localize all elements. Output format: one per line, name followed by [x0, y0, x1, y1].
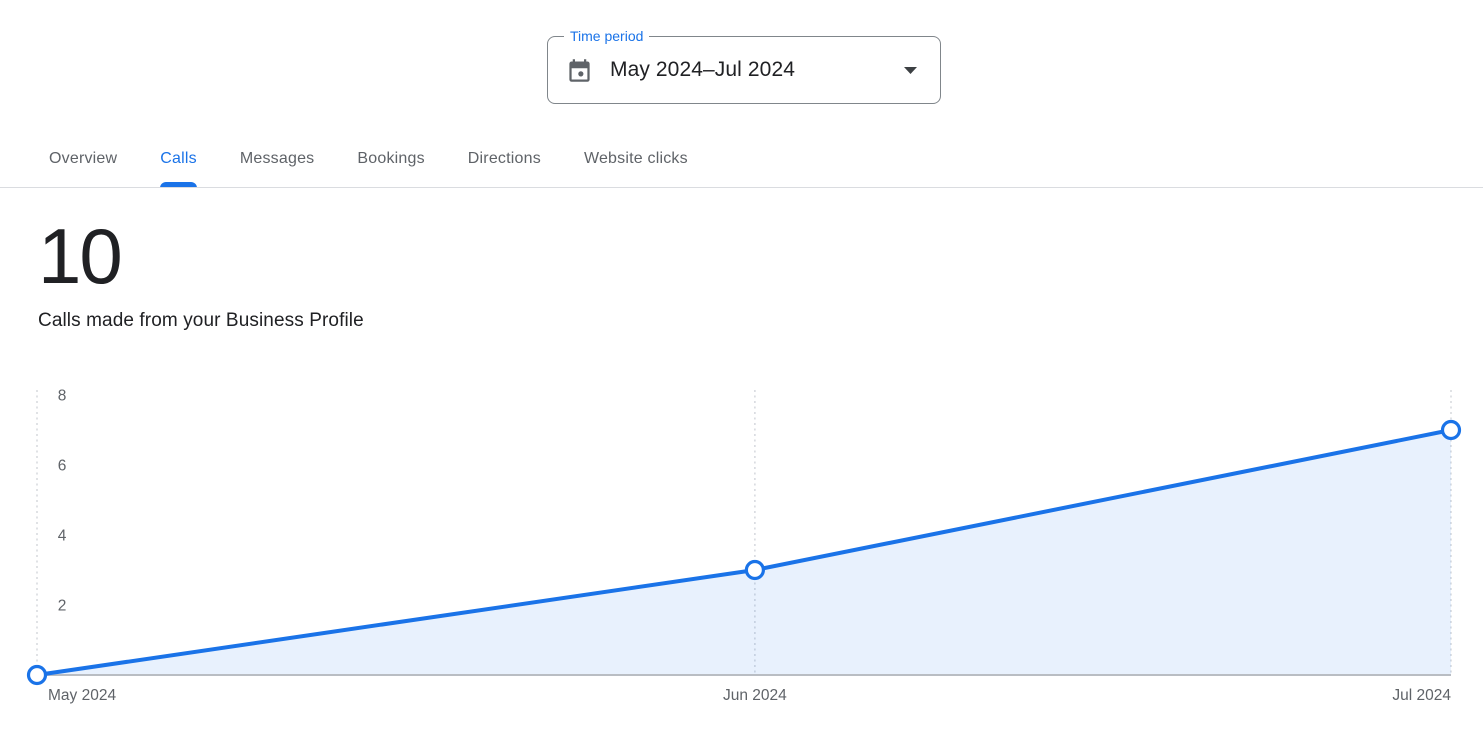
- tab-bookings[interactable]: Bookings: [357, 130, 424, 188]
- y-axis-tick-label: 6: [58, 458, 67, 475]
- data-point-marker[interactable]: [1443, 422, 1460, 439]
- time-period-label: Time period: [564, 28, 649, 45]
- x-axis-label: May 2024: [48, 687, 116, 704]
- tab-label: Calls: [160, 150, 197, 168]
- tab-overview[interactable]: Overview: [49, 130, 117, 188]
- tab-label: Messages: [240, 150, 315, 168]
- tab-label: Overview: [49, 150, 117, 168]
- y-axis-tick-label: 8: [58, 388, 67, 405]
- tab-label: Bookings: [357, 150, 424, 168]
- tab-label: Website clicks: [584, 150, 688, 168]
- dropdown-arrow-icon: [903, 66, 918, 75]
- data-point-marker[interactable]: [29, 667, 46, 684]
- calendar-icon: [566, 57, 593, 84]
- y-axis-tick-label: 4: [58, 528, 67, 545]
- tab-calls[interactable]: Calls: [160, 130, 197, 188]
- area-fill: [37, 430, 1451, 675]
- x-axis-label: Jun 2024: [723, 687, 787, 704]
- y-axis-tick-label: 2: [58, 598, 67, 615]
- metric-tabs: Overview Calls Messages Bookings Directions W…: [49, 130, 688, 188]
- business-profile-performance-page: Time period May 2024–Jul 2024 Overview Ca…: [0, 0, 1483, 742]
- calls-area-chart: 2 4 6 8 May 2024 Jun 2024 Jul 2024: [0, 375, 1483, 715]
- metric-total-value: 10: [38, 217, 121, 295]
- tab-website-clicks[interactable]: Website clicks: [584, 130, 688, 188]
- tab-directions[interactable]: Directions: [468, 130, 541, 188]
- tab-label: Directions: [468, 150, 541, 168]
- time-period-selector[interactable]: Time period May 2024–Jul 2024: [547, 36, 941, 104]
- tabs-divider: [0, 187, 1483, 188]
- metric-caption: Calls made from your Business Profile: [38, 310, 364, 332]
- tab-messages[interactable]: Messages: [240, 130, 315, 188]
- data-point-marker[interactable]: [746, 562, 763, 579]
- x-axis-label: Jul 2024: [1392, 687, 1451, 704]
- time-period-value: May 2024–Jul 2024: [610, 58, 903, 82]
